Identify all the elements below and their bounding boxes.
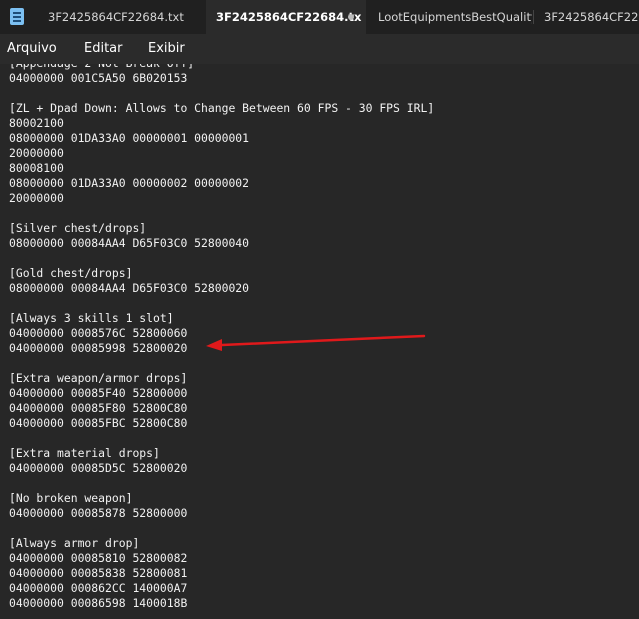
tab-label: 3F2425864CF226 bbox=[544, 10, 639, 24]
menu-bar: Arquivo Editar Exibir bbox=[0, 34, 639, 64]
tab-bar: 3F2425864CF22684.txt 3F2425864CF22684.tx… bbox=[0, 0, 639, 34]
tab-file-4[interactable]: 3F2425864CF226 bbox=[534, 0, 639, 34]
menu-exibir[interactable]: Exibir bbox=[148, 34, 185, 64]
tab-file-2[interactable]: 3F2425864CF22684.tx bbox=[206, 0, 366, 34]
tab-file-3[interactable]: LootEquipmentsBestQuality. bbox=[368, 0, 532, 34]
unsaved-dot-icon bbox=[348, 14, 354, 20]
annotation-arrow bbox=[206, 334, 426, 351]
tab-label: 3F2425864CF22684.txt bbox=[48, 10, 184, 24]
tab-file-1[interactable]: 3F2425864CF22684.txt bbox=[38, 0, 206, 34]
notepad-icon bbox=[10, 8, 24, 25]
menu-editar[interactable]: Editar bbox=[84, 34, 123, 64]
tab-label: LootEquipmentsBestQuality. bbox=[378, 10, 532, 24]
menu-arquivo[interactable]: Arquivo bbox=[7, 34, 57, 64]
tab-label: 3F2425864CF22684.tx bbox=[216, 10, 362, 24]
text-editor[interactable]: [Appendage 2 Not Break Off]04000000 001C… bbox=[0, 64, 639, 619]
